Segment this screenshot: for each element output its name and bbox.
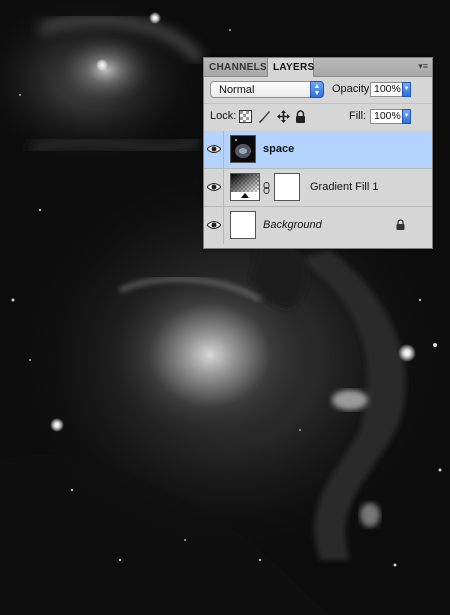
visibility-toggle[interactable] [204,207,224,244]
fill-input[interactable]: 100% [370,109,403,124]
layer-name[interactable]: Background [263,219,322,231]
layers-panel: CHANNELS LAYERS ▾≡ Normal ▲ ▼ Opacity: 10… [203,57,433,249]
chain-link-icon[interactable] [263,182,270,194]
eye-icon [207,183,221,191]
lock-fill-row: Lock: Fill: 100% ▼ [204,103,432,130]
layer-list: space Gradient Fill 1 Background [204,131,432,248]
blend-mode-select[interactable]: Normal ▲ ▼ [210,81,324,98]
blend-mode-value: Normal [219,84,255,96]
layer-row-gradient-fill[interactable]: Gradient Fill 1 [204,169,432,207]
blend-opacity-row: Normal ▲ ▼ Opacity: 100% ▼ [204,77,432,103]
lock-position-icon[interactable] [277,110,290,123]
layer-name[interactable]: Gradient Fill 1 [310,181,378,193]
lock-all-icon[interactable] [295,110,308,123]
nebula-thumbnail-icon [231,136,255,162]
gradient-fill-icon [231,174,259,200]
visibility-toggle[interactable] [204,169,224,206]
layer-thumbnail [230,135,256,163]
layer-row-space[interactable]: space [204,131,432,169]
visibility-toggle[interactable] [204,131,224,168]
opacity-dropdown-icon[interactable]: ▼ [402,82,411,97]
lock-label: Lock: [210,110,237,122]
tab-layers[interactable]: LAYERS [267,58,314,77]
eye-icon [207,145,221,153]
select-arrows-icon: ▲ ▼ [310,81,324,98]
lock-transparent-pixels-icon[interactable] [239,110,252,123]
layer-mask-thumbnail[interactable] [274,173,300,201]
fill-dropdown-icon[interactable]: ▼ [402,109,411,124]
panel-menu-icon[interactable]: ▾≡ [418,61,428,72]
layer-name[interactable]: space [263,143,294,155]
opacity-input[interactable]: 100% [370,82,403,97]
panel-tab-bar: CHANNELS LAYERS ▾≡ [204,58,432,77]
tab-channels[interactable]: CHANNELS [204,58,267,76]
gradient-fill-thumbnail [230,173,260,201]
eye-icon [207,221,221,229]
opacity-label: Opacity: [332,83,373,95]
layer-locked-icon [396,219,405,230]
layer-row-background[interactable]: Background [204,207,432,245]
fill-label: Fill: [349,110,367,122]
layer-thumbnail [230,211,256,239]
lock-image-pixels-icon[interactable] [258,110,271,123]
